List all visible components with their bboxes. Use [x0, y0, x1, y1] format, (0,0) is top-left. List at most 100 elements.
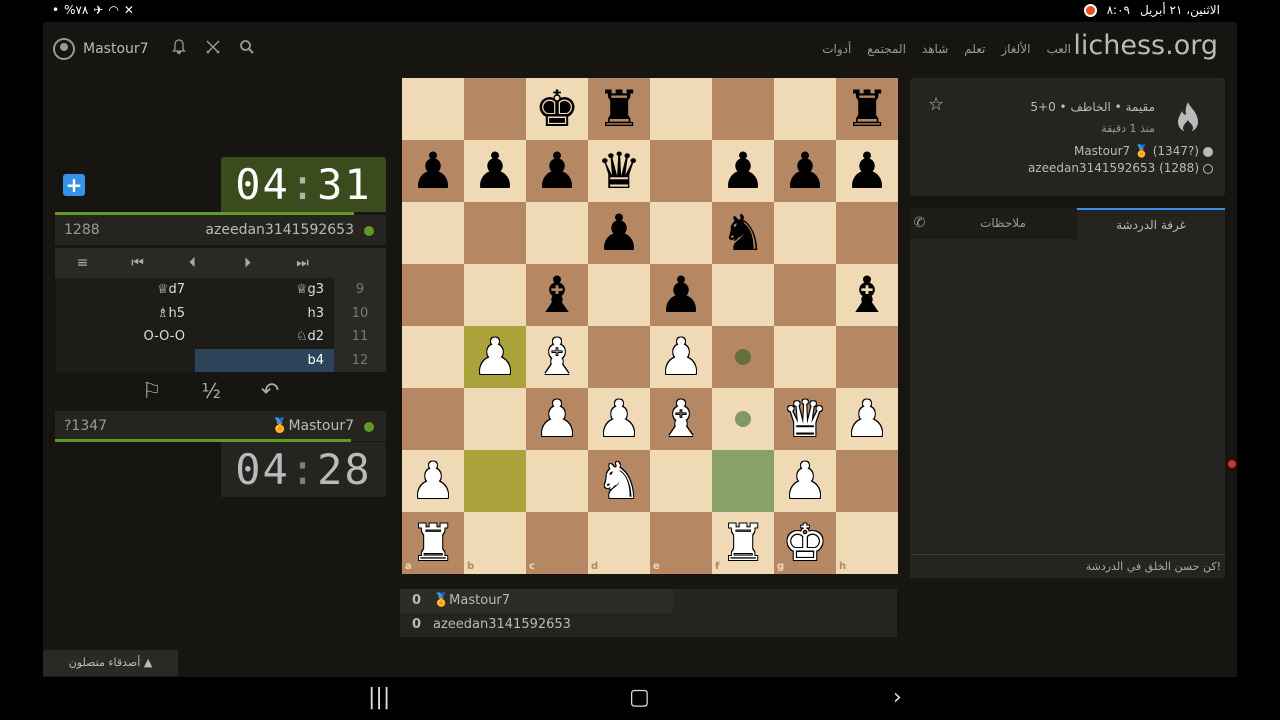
square-a4[interactable]: [402, 326, 464, 388]
white-pawn-a2[interactable]: ♟: [402, 450, 464, 512]
system-navigation-bar: ||| ▢ ›: [0, 677, 1280, 720]
bookmark-star-icon[interactable]: ☆: [928, 94, 944, 115]
search-icon[interactable]: [239, 39, 255, 59]
black-color-icon: [1203, 164, 1213, 174]
add-time-button[interactable]: +: [63, 174, 85, 196]
challenge-swords-icon[interactable]: [205, 39, 221, 59]
recent-apps-icon[interactable]: |||: [368, 685, 390, 710]
white-move[interactable]: h3: [195, 301, 334, 325]
nav-item[interactable]: تعلم: [964, 42, 985, 56]
square-a6[interactable]: [402, 202, 464, 264]
square-a8[interactable]: [402, 78, 464, 140]
white-bishop-c4[interactable]: ♝: [526, 326, 588, 388]
square-g4[interactable]: [774, 326, 836, 388]
opponent-name[interactable]: azeedan3141592653: [205, 222, 354, 238]
rank-label: 7: [888, 142, 895, 153]
black-pawn-a7[interactable]: ♟: [402, 140, 464, 202]
score-row: 0 🏅Mastour7: [400, 589, 673, 613]
black-move[interactable]: O-O-O: [56, 325, 195, 349]
white-queen-g3[interactable]: ♛: [774, 388, 836, 450]
black-pawn-g7[interactable]: ♟: [774, 140, 836, 202]
square-d4[interactable]: [588, 326, 650, 388]
black-move[interactable]: ♕d7: [56, 278, 195, 302]
chat-input[interactable]: كن حسن الخلق في الدردشة!: [910, 554, 1225, 578]
square-b3[interactable]: [464, 388, 526, 450]
square-e7[interactable]: [650, 140, 712, 202]
score-points: 0: [412, 617, 422, 632]
square-e8[interactable]: [650, 78, 712, 140]
dragged-piece[interactable]: [678, 406, 740, 468]
white-pawn-g2[interactable]: ♟: [774, 450, 836, 512]
last-move-icon[interactable]: ⏭: [275, 255, 330, 271]
black-king-c8[interactable]: ♚: [526, 78, 588, 140]
takeback-icon[interactable]: ↶: [261, 379, 279, 404]
black-pawn-b7[interactable]: ♟: [464, 140, 526, 202]
nav-item[interactable]: العب: [1046, 42, 1071, 56]
move-destination-dot[interactable]: [735, 349, 751, 365]
site-logo[interactable]: lichess.org: [1073, 30, 1218, 61]
offer-draw-button[interactable]: ½: [201, 379, 220, 403]
online-friends-button[interactable]: أصدقاء متصلون ▲: [43, 650, 178, 676]
square-b8[interactable]: [464, 78, 526, 140]
square-g8[interactable]: [774, 78, 836, 140]
tab-chat-room[interactable]: غرفة الدردشة: [1077, 208, 1225, 239]
nav-item[interactable]: شاهد: [922, 42, 948, 56]
square-f5[interactable]: [712, 264, 774, 326]
white-pawn-c3[interactable]: ♟: [526, 388, 588, 450]
chess-board[interactable]: ♚ ♜ ♜ ♟ ♟ ♟ ♛ ♟ ♟ ♟ ♟ ♞ ♝ ♟ ♝ ♟ ♝ ♟ ♟ ♟ ♝ ♛ ♟ ♟ ♞ ♟ ♜ ♜ ♚ a b c d e f g h 8 7 6…: [402, 78, 898, 574]
square-f8[interactable]: [712, 78, 774, 140]
username-link[interactable]: Mastour7: [83, 41, 149, 57]
square-e6[interactable]: [650, 202, 712, 264]
square-c2[interactable]: [526, 450, 588, 512]
black-pawn-f7[interactable]: ♟: [712, 140, 774, 202]
black-move[interactable]: ♗h5: [56, 301, 195, 325]
nav-item[interactable]: المجتمع: [867, 42, 906, 56]
black-pawn-d6[interactable]: ♟: [588, 202, 650, 264]
white-rook-f1[interactable]: ♜: [712, 512, 774, 574]
black-bishop-c5[interactable]: ♝: [526, 264, 588, 326]
back-icon[interactable]: ›: [893, 685, 902, 710]
square-b2[interactable]: [464, 450, 526, 512]
black-queen-d7[interactable]: ♛: [588, 140, 650, 202]
user-avatar-icon[interactable]: [53, 38, 75, 60]
black-pawn-e5[interactable]: ♟: [650, 264, 712, 326]
square-d5[interactable]: [588, 264, 650, 326]
square-g5[interactable]: [774, 264, 836, 326]
side-handle-indicator[interactable]: [1228, 460, 1236, 468]
previous-move-icon[interactable]: ⏴: [165, 255, 220, 271]
white-knight-d2[interactable]: ♞: [588, 450, 650, 512]
nav-item[interactable]: الألغاز: [1001, 42, 1030, 56]
first-move-icon[interactable]: ⏮: [110, 255, 165, 271]
white-move[interactable]: b4: [195, 348, 334, 372]
notifications-bell-icon[interactable]: [171, 39, 187, 59]
white-move[interactable]: ♘d2: [195, 325, 334, 349]
move-destination-dot[interactable]: [735, 411, 751, 427]
square-a3[interactable]: [402, 388, 464, 450]
white-move[interactable]: ♕g3: [195, 278, 334, 302]
white-player-info[interactable]: Mastour7 🏅 (1347?): [1074, 144, 1213, 158]
square-c6[interactable]: [526, 202, 588, 264]
square-b5[interactable]: [464, 264, 526, 326]
home-icon[interactable]: ▢: [629, 685, 650, 710]
file-label: f: [715, 561, 720, 572]
black-player-info[interactable]: azeedan3141592653 (1288): [1028, 161, 1213, 175]
black-pawn-c7[interactable]: ♟: [526, 140, 588, 202]
square-c1[interactable]: [526, 512, 588, 574]
next-move-icon[interactable]: ⏵: [220, 255, 275, 271]
square-a5[interactable]: [402, 264, 464, 326]
black-rook-d8[interactable]: ♜: [588, 78, 650, 140]
nav-item[interactable]: أدوات: [822, 42, 851, 56]
tab-notes[interactable]: ملاحظات: [929, 208, 1077, 239]
black-knight-f6[interactable]: ♞: [712, 202, 774, 264]
file-label: e: [653, 561, 660, 572]
white-pawn-e4[interactable]: ♟: [650, 326, 712, 388]
square-b6[interactable]: [464, 202, 526, 264]
square-g6[interactable]: [774, 202, 836, 264]
white-pawn-b4[interactable]: ♟: [464, 326, 526, 388]
self-name[interactable]: 🏅Mastour7: [271, 418, 354, 434]
white-pawn-d3[interactable]: ♟: [588, 388, 650, 450]
voice-call-icon[interactable]: ✆: [910, 208, 929, 239]
game-info-panel: ☆ 5+0 • مقيمة • الخاطف منذ 1 دقيقة Masto…: [910, 78, 1225, 196]
resign-flag-icon[interactable]: ⚐: [142, 379, 162, 404]
menu-icon[interactable]: ≡: [55, 255, 110, 271]
